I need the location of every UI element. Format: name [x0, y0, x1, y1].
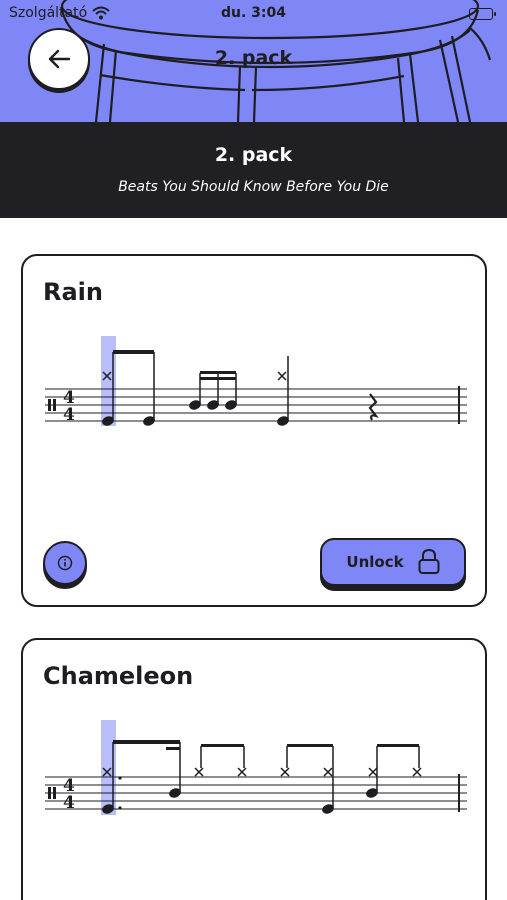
header-hero: Szolgáltató du. 3:04 2. pack [0, 0, 507, 122]
unlock-label: Unlock [346, 553, 404, 571]
beat-card[interactable]: Rain 4 4 Unlock [21, 254, 487, 607]
beat-card[interactable]: Chameleon 4 4 [21, 638, 487, 900]
battery-icon [469, 8, 496, 20]
svg-text:4: 4 [63, 793, 75, 813]
pack-banner: 2. pack Beats You Should Know Before You… [0, 122, 507, 218]
lock-icon [418, 549, 440, 574]
drum-notation: 4 4 [45, 720, 467, 815]
status-bar: Szolgáltató du. 3:04 [0, 5, 507, 25]
unlock-button[interactable]: Unlock [320, 538, 466, 586]
beat-title: Chameleon [43, 662, 194, 690]
pack-title: 2. pack [214, 144, 293, 166]
svg-text:4: 4 [63, 405, 75, 425]
pack-subtitle: Beats You Should Know Before You Die [118, 179, 389, 195]
status-time: du. 3:04 [220, 5, 286, 21]
beat-title: Rain [43, 278, 103, 306]
info-icon [57, 555, 73, 571]
header-title: 2. pack [214, 47, 293, 69]
drum-notation: 4 4 [45, 336, 467, 426]
info-button[interactable] [43, 541, 87, 585]
